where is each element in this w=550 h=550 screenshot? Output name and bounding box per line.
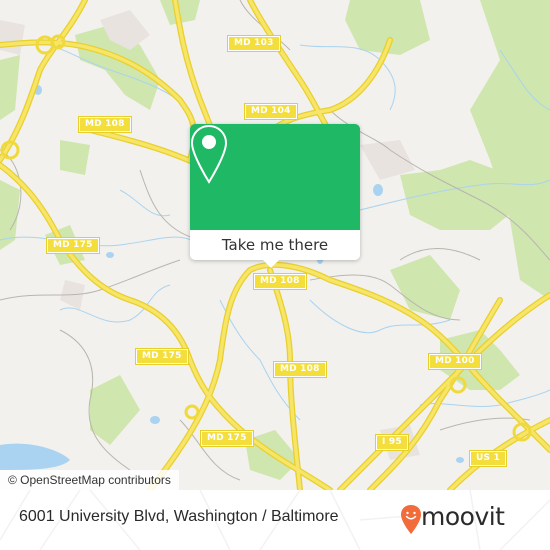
moovit-pin-icon: [401, 505, 421, 534]
popup-header: [190, 124, 360, 230]
road-label-md175-sw: MD 175: [135, 348, 189, 365]
road-label-md108-center: MD 108: [253, 273, 307, 290]
address-text: 6001 University Blvd, Washington / Balti…: [19, 508, 339, 525]
take-me-there-button[interactable]: Take me there: [190, 230, 360, 260]
road-label-us1: US 1: [469, 450, 507, 467]
moovit-wordmark: moovit: [421, 502, 505, 531]
road-label-md103: MD 103: [227, 35, 281, 52]
road-label-i95: I 95: [375, 434, 409, 451]
destination-popup: Take me there: [190, 124, 360, 268]
map-attribution[interactable]: © OpenStreetMap contributors: [0, 470, 179, 490]
footer-bar: 6001 University Blvd, Washington / Balti…: [0, 490, 550, 550]
popup-pointer: [263, 260, 279, 268]
road-label-md175-s: MD 175: [200, 430, 254, 447]
road-label-md108-nw: MD 108: [78, 116, 132, 133]
location-pin-icon: [190, 124, 228, 184]
road-label-md104: MD 104: [244, 103, 298, 120]
road-label-md108-south: MD 108: [273, 361, 327, 378]
road-label-md175-w: MD 175: [46, 237, 100, 254]
road-label-md100: MD 100: [428, 353, 482, 370]
map[interactable]: MD 103 MD 104 MD 108 MD 175 MD 108 MD 17…: [0, 0, 550, 490]
